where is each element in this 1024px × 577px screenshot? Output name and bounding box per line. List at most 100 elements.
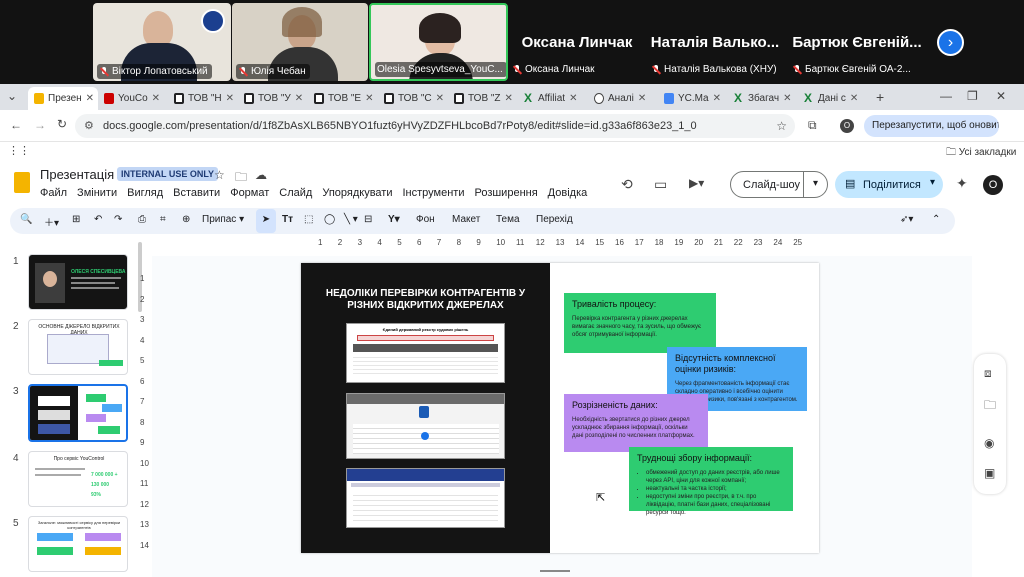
next-participants-button[interactable]: ›: [937, 29, 964, 56]
relaunch-button[interactable]: Перезапустити, щоб оновити дані: [864, 115, 999, 137]
collection-difficulty-box[interactable]: Труднощі збору інформації: обмежений дос…: [629, 447, 793, 516]
back-icon[interactable]: ←: [10, 118, 22, 132]
browser-tab[interactable]: X Дані с ✕: [798, 87, 868, 110]
url-input[interactable]: ⚙ docs.google.com/presentation/d/1f8ZbAs…: [75, 114, 795, 138]
theme-button[interactable]: Тема: [496, 214, 520, 225]
comments-icon[interactable]: ▭: [654, 176, 667, 193]
menu-extensions[interactable]: Розширення: [474, 187, 537, 199]
site-info-icon[interactable]: ⚙: [84, 114, 94, 138]
browser-tab[interactable]: ТОВ "Z ✕: [448, 87, 518, 110]
forward-icon[interactable]: →: [34, 118, 46, 132]
browser-tab[interactable]: ТОВ "С ✕: [378, 87, 448, 110]
close-tab-icon[interactable]: ✕: [436, 93, 444, 104]
meet-icon[interactable]: ▶▾: [689, 176, 704, 190]
browser-tab[interactable]: YC.Ma ✕: [658, 87, 728, 110]
menu-insert[interactable]: Вставити: [173, 187, 220, 199]
slide-title[interactable]: НЕДОЛІКИ ПЕРЕВІРКИ КОНТРАГЕНТІВ У РІЗНИХ…: [311, 288, 540, 312]
browser-tab[interactable]: ТОВ "У ✕: [238, 87, 308, 110]
close-tab-icon[interactable]: ✕: [638, 93, 646, 104]
paint-format-icon[interactable]: ⌗: [160, 214, 166, 225]
participant-tile-speaking[interactable]: Olesia Spesyvtseva_YouC...: [369, 3, 508, 81]
document-title[interactable]: Презентація: [40, 167, 114, 182]
menu-file[interactable]: Файл: [40, 187, 67, 199]
slide-thumbnail[interactable]: ОЛЕСЯ СПЕСИВЦЕВА: [28, 254, 128, 310]
close-tab-icon[interactable]: ✕: [365, 93, 373, 104]
menu-arrange[interactable]: Упорядкувати: [322, 187, 392, 199]
transition-button[interactable]: Перехід: [536, 214, 573, 225]
history-icon[interactable]: ⟲: [621, 176, 633, 193]
gemini-icon[interactable]: ✦: [956, 175, 968, 192]
menu-help[interactable]: Довідка: [548, 187, 588, 199]
browser-tab[interactable]: Презен ✕: [28, 87, 98, 110]
browser-tab[interactable]: X Affiliat ✕: [518, 87, 588, 110]
close-window-icon[interactable]: ✕: [996, 89, 1006, 103]
close-tab-icon[interactable]: ✕: [850, 93, 858, 104]
minimize-icon[interactable]: —: [940, 89, 952, 103]
menu-format[interactable]: Формат: [230, 187, 269, 199]
chevron-down-icon[interactable]: ▾: [930, 177, 935, 188]
video-icon[interactable]: ▣: [984, 466, 995, 480]
close-tab-icon[interactable]: ✕: [226, 93, 234, 104]
menu-tools[interactable]: Інструменти: [402, 187, 464, 199]
pen-tool-icon[interactable]: ➶▾: [900, 214, 913, 225]
slide-thumbnail-selected[interactable]: [28, 384, 128, 442]
zoom-fit-dropdown[interactable]: Припас ▾: [202, 214, 244, 225]
menu-view[interactable]: Вигляд: [127, 187, 163, 199]
browser-tab[interactable]: Аналі ✕: [588, 87, 658, 110]
registry-search-screenshot[interactable]: [346, 393, 505, 459]
slides-logo-icon[interactable]: [14, 172, 30, 193]
account-avatar[interactable]: O: [983, 175, 1003, 195]
fragmented-data-box[interactable]: Розрізненість даних: Необхідність зверта…: [564, 394, 708, 452]
collapse-toolbar-icon[interactable]: ⌃: [932, 214, 940, 225]
background-button[interactable]: Фон: [416, 214, 435, 225]
undo-icon[interactable]: ↶: [94, 214, 102, 225]
cloud-status-icon[interactable]: ☁: [255, 168, 267, 182]
vertical-ruler[interactable]: 1 2 3 4 5 6 7 8 9 10 11 12 13 14: [140, 262, 152, 562]
add-slide-layout-icon[interactable]: ⊞: [72, 214, 80, 225]
comment-add-icon[interactable]: ⊟: [364, 214, 372, 225]
close-tab-icon[interactable]: ✕: [713, 93, 721, 104]
move-folder-icon[interactable]: 🗀: [235, 168, 247, 189]
classification-badge[interactable]: INTERNAL USE ONLY: [117, 167, 219, 181]
court-registry-screenshot[interactable]: Єдиний державний реєстр судових рішень: [346, 323, 505, 383]
profile-avatar[interactable]: O: [840, 119, 854, 133]
tab-search-icon[interactable]: ⌄: [7, 89, 17, 103]
participant-tile[interactable]: Віктор Лопатовський: [93, 3, 231, 81]
restore-icon[interactable]: ❐: [967, 89, 978, 103]
browser-tab[interactable]: YouCo ✕: [98, 87, 168, 110]
new-slide-icon[interactable]: ＋▾: [44, 214, 59, 229]
close-tab-icon[interactable]: ✕: [505, 93, 513, 104]
duration-box[interactable]: Тривалість процесу: Перевірка контрагент…: [564, 293, 716, 353]
share-button[interactable]: ▤ Поділитися ▾: [835, 171, 943, 198]
browser-tab[interactable]: ТОВ "Н ✕: [168, 87, 238, 110]
slide-thumbnail[interactable]: Загальне: можливості сервісу для перевір…: [28, 516, 128, 572]
select-cursor-icon[interactable]: ➤: [256, 209, 276, 233]
slide-thumbnail[interactable]: Про сервіс YouControl 7 000 000 + 130 00…: [28, 451, 128, 507]
search-icon[interactable]: 🔍: [20, 214, 32, 225]
close-tab-icon[interactable]: ✕: [783, 93, 791, 104]
image-icon[interactable]: ⬚: [304, 214, 313, 225]
ministry-screenshot[interactable]: [346, 468, 505, 528]
horizontal-ruler[interactable]: 1 2 3 4 5 6 7 8 9 10 11 12 13 14 15 16 17 18 19 20 21 22 23 24 2…: [300, 238, 820, 252]
browser-tab[interactable]: X Збагач ✕: [728, 87, 798, 110]
line-icon[interactable]: ╲ ▾: [344, 214, 358, 225]
redo-icon[interactable]: ↷: [114, 214, 122, 225]
print-icon[interactable]: ⎙: [138, 214, 146, 225]
menu-edit[interactable]: Змінити: [77, 187, 117, 199]
text-format-icon[interactable]: Y▾: [388, 214, 400, 225]
menu-slide[interactable]: Слайд: [279, 187, 312, 199]
participant-tile[interactable]: Юлія Чебан: [232, 3, 368, 81]
extensions-icon[interactable]: ⧉: [808, 118, 817, 133]
shape-icon[interactable]: ◯: [324, 214, 335, 225]
close-tab-icon[interactable]: ✕: [152, 93, 160, 104]
star-icon[interactable]: ☆: [214, 168, 225, 182]
folder-icon[interactable]: 🗀: [984, 396, 996, 417]
record-icon[interactable]: ◉: [984, 436, 994, 450]
new-tab-icon[interactable]: +: [876, 89, 884, 105]
chevron-down-icon[interactable]: ▾: [813, 178, 818, 189]
all-bookmarks-link[interactable]: 🗀 Усі закладки: [946, 145, 1016, 162]
layout-button[interactable]: Макет: [452, 214, 480, 225]
close-tab-icon[interactable]: ✕: [569, 93, 577, 104]
browser-tab[interactable]: ТОВ "Е ✕: [308, 87, 378, 110]
close-tab-icon[interactable]: ✕: [295, 93, 303, 104]
